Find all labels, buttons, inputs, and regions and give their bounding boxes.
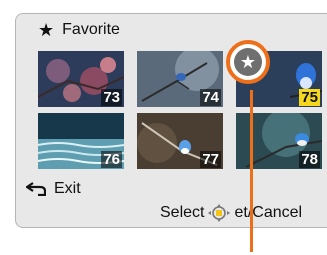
thumbnail-74[interactable]: 74 <box>137 51 223 107</box>
header-title: Favorite <box>62 21 120 38</box>
callout-line <box>250 90 253 252</box>
back-arrow-icon <box>26 182 46 196</box>
exit-label: Exit <box>54 180 81 197</box>
playback-screen: ★ Favorite 73 74 75 76 77 78 Exit Select… <box>15 13 327 228</box>
joystick-icon <box>208 204 231 222</box>
photo-number: 75 <box>299 89 320 106</box>
photo-number: 78 <box>299 151 320 168</box>
favorite-header: ★ Favorite <box>38 21 120 39</box>
thumbnail-76[interactable]: 76 <box>38 113 124 169</box>
star-icon: ★ <box>234 48 262 76</box>
photo-number: 74 <box>200 89 221 106</box>
photo-number: 77 <box>200 151 221 168</box>
thumbnail-78[interactable]: 78 <box>236 113 322 169</box>
photo-number: 73 <box>101 89 122 106</box>
thumbnail-77[interactable]: 77 <box>137 113 223 169</box>
photo-number: 76 <box>101 151 122 168</box>
favorite-badge-callout: ★ <box>226 40 270 84</box>
exit-button[interactable]: Exit <box>26 180 81 198</box>
thumbnail-73[interactable]: 73 <box>38 51 124 107</box>
select-label: Select <box>160 204 205 221</box>
select-hint: Select et/Cancel <box>160 204 302 222</box>
star-icon: ★ <box>38 20 55 40</box>
set-cancel-label: et/Cancel <box>234 204 303 221</box>
